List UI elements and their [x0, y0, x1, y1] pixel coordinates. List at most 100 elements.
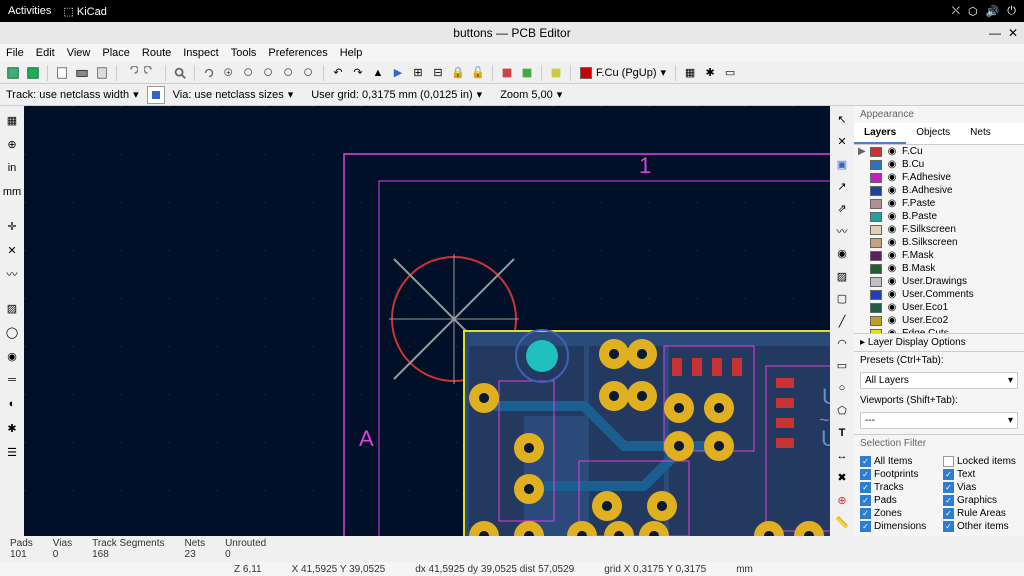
layer-row-f-silkscreen[interactable]: ◉F.Silkscreen [854, 223, 1024, 236]
layer-color-swatch[interactable] [870, 225, 882, 235]
layer-color-swatch[interactable] [870, 160, 882, 170]
plot-button[interactable] [93, 64, 111, 82]
volume-icon[interactable]: 🔊 [986, 5, 1000, 18]
grid-dropdown[interactable]: User grid: 0,3175 mm (0,0125 in)▾ [311, 88, 482, 101]
rotate-ccw-button[interactable]: ↶ [329, 64, 347, 82]
wifi-icon[interactable]: ⬡ [968, 5, 978, 18]
board-setup-button[interactable] [24, 64, 42, 82]
mirror-h-button[interactable]: ▶ [389, 64, 407, 82]
units-inch-button[interactable]: in [2, 158, 22, 178]
menu-edit[interactable]: Edit [36, 47, 55, 59]
draw-circle-button[interactable]: ○ [832, 379, 852, 397]
auto-track-width-toggle[interactable] [147, 86, 165, 104]
accessibility-icon[interactable]: ⛌ [952, 5, 960, 18]
layer-visibility-toggle[interactable]: ◉ [886, 290, 898, 300]
cursor-style-button[interactable]: ✛ [2, 216, 22, 236]
units-mm-button[interactable]: mm [2, 182, 22, 202]
layer-visibility-toggle[interactable]: ◉ [886, 225, 898, 235]
route-diff-pair-button[interactable]: ⇗ [832, 200, 852, 218]
layer-row-f-adhesive[interactable]: ◉F.Adhesive [854, 171, 1024, 184]
zoom-out-button[interactable] [240, 64, 258, 82]
zone-display-button[interactable]: ▨ [2, 298, 22, 318]
viewports-dropdown[interactable]: ---▾ [860, 412, 1018, 429]
menu-route[interactable]: Route [142, 47, 171, 59]
filter-graphics[interactable]: ✓Graphics [943, 495, 1018, 506]
group-button[interactable]: ⊞ [409, 64, 427, 82]
layer-color-swatch[interactable] [870, 251, 882, 261]
layer-visibility-toggle[interactable]: ◉ [886, 186, 898, 196]
layer-visibility-toggle[interactable]: ◉ [886, 212, 898, 222]
add-dimension-button[interactable]: ↔ [832, 446, 852, 464]
show-3d-button[interactable]: ▭ [721, 64, 739, 82]
pad-display-button[interactable]: ◯ [2, 322, 22, 342]
presets-dropdown[interactable]: All Layers▾ [860, 372, 1018, 389]
layer-visibility-toggle[interactable]: ◉ [886, 238, 898, 248]
lock-button[interactable]: 🔒 [449, 64, 467, 82]
filter-text[interactable]: ✓Text [943, 469, 1018, 480]
layer-color-swatch[interactable] [870, 173, 882, 183]
filter-tracks[interactable]: ✓Tracks [860, 482, 935, 493]
route-track-button[interactable]: ↗ [832, 177, 852, 195]
draw-line-button[interactable]: ╱ [832, 312, 852, 330]
layer-color-swatch[interactable] [870, 303, 882, 313]
menu-view[interactable]: View [67, 47, 91, 59]
menu-preferences[interactable]: Preferences [268, 47, 327, 59]
show-grid-button[interactable]: ▦ [2, 110, 22, 130]
layer-color-swatch[interactable] [870, 277, 882, 287]
layer-color-swatch[interactable] [870, 186, 882, 196]
drc-button[interactable] [547, 64, 565, 82]
menu-inspect[interactable]: Inspect [183, 47, 218, 59]
battery-icon[interactable]: ⏻ [1007, 5, 1016, 18]
place-footprint-button[interactable]: ▣ [832, 155, 852, 173]
unlock-button[interactable]: 🔓 [469, 64, 487, 82]
layer-color-swatch[interactable] [870, 238, 882, 248]
zoom-selection-button[interactable] [300, 64, 318, 82]
layer-row-user-comments[interactable]: ◉User.Comments [854, 288, 1024, 301]
app-menu-button[interactable]: ⬚ KiCad [63, 5, 106, 18]
filter-locked-items[interactable]: ✓Locked items [943, 456, 1018, 467]
layer-row-b-mask[interactable]: ◉B.Mask [854, 262, 1024, 275]
filter-pads[interactable]: ✓Pads [860, 495, 935, 506]
net-highlight-button[interactable]: ✱ [2, 418, 22, 438]
via-size-dropdown[interactable]: Via: use netclass sizes▾ [173, 88, 294, 101]
layer-color-swatch[interactable] [870, 147, 882, 157]
menu-file[interactable]: File [6, 47, 24, 59]
ratsnest-toggle-button[interactable]: ✕ [2, 240, 22, 260]
layer-row-f-cu[interactable]: ▶◉F.Cu [854, 145, 1024, 158]
tab-objects[interactable]: Objects [906, 123, 960, 144]
filter-vias[interactable]: ✓Vias [943, 482, 1018, 493]
layer-color-swatch[interactable] [870, 212, 882, 222]
layer-visibility-toggle[interactable]: ◉ [886, 316, 898, 326]
filter-footprints[interactable]: ✓Footprints [860, 469, 935, 480]
layers-manager-button[interactable]: ☰ [2, 442, 22, 462]
zoom-in-button[interactable]: + [220, 64, 238, 82]
select-tool-button[interactable]: ↖ [832, 110, 852, 128]
scripting-console-button[interactable]: ▦ [681, 64, 699, 82]
add-zone-button[interactable]: ▨ [832, 267, 852, 285]
zoom-objects-button[interactable] [280, 64, 298, 82]
filter-all-items[interactable]: ✓All Items [860, 456, 935, 467]
contrast-button[interactable]: ◐ [2, 394, 22, 414]
layer-visibility-toggle[interactable]: ◉ [886, 303, 898, 313]
layer-color-swatch[interactable] [870, 264, 882, 274]
menu-tools[interactable]: Tools [231, 47, 257, 59]
filter-other-items[interactable]: ✓Other items [943, 521, 1018, 532]
ungroup-button[interactable]: ⊟ [429, 64, 447, 82]
layer-row-user-eco2[interactable]: ◉User.Eco2 [854, 314, 1024, 327]
layer-row-user-drawings[interactable]: ◉User.Drawings [854, 275, 1024, 288]
redo-button[interactable] [142, 64, 160, 82]
tab-nets[interactable]: Nets [960, 123, 1001, 144]
draw-arc-button[interactable]: ◠ [832, 334, 852, 352]
layer-row-f-mask[interactable]: ◉F.Mask [854, 249, 1024, 262]
page-settings-button[interactable] [53, 64, 71, 82]
zoom-dropdown[interactable]: Zoom 5,00▾ [500, 88, 562, 101]
tune-length-button[interactable]: 〰 [832, 222, 852, 240]
menu-help[interactable]: Help [340, 47, 363, 59]
layer-row-b-cu[interactable]: ◉B.Cu [854, 158, 1024, 171]
layer-list[interactable]: ▶◉F.Cu◉B.Cu◉F.Adhesive◉B.Adhesive◉F.Past… [854, 145, 1024, 333]
layer-visibility-toggle[interactable]: ◉ [886, 277, 898, 287]
layer-visibility-toggle[interactable]: ◉ [886, 173, 898, 183]
zoom-refresh-button[interactable] [200, 64, 218, 82]
window-minimize-button[interactable]: — [988, 26, 1002, 40]
track-width-dropdown[interactable]: Track: use netclass width▾ [6, 88, 139, 101]
